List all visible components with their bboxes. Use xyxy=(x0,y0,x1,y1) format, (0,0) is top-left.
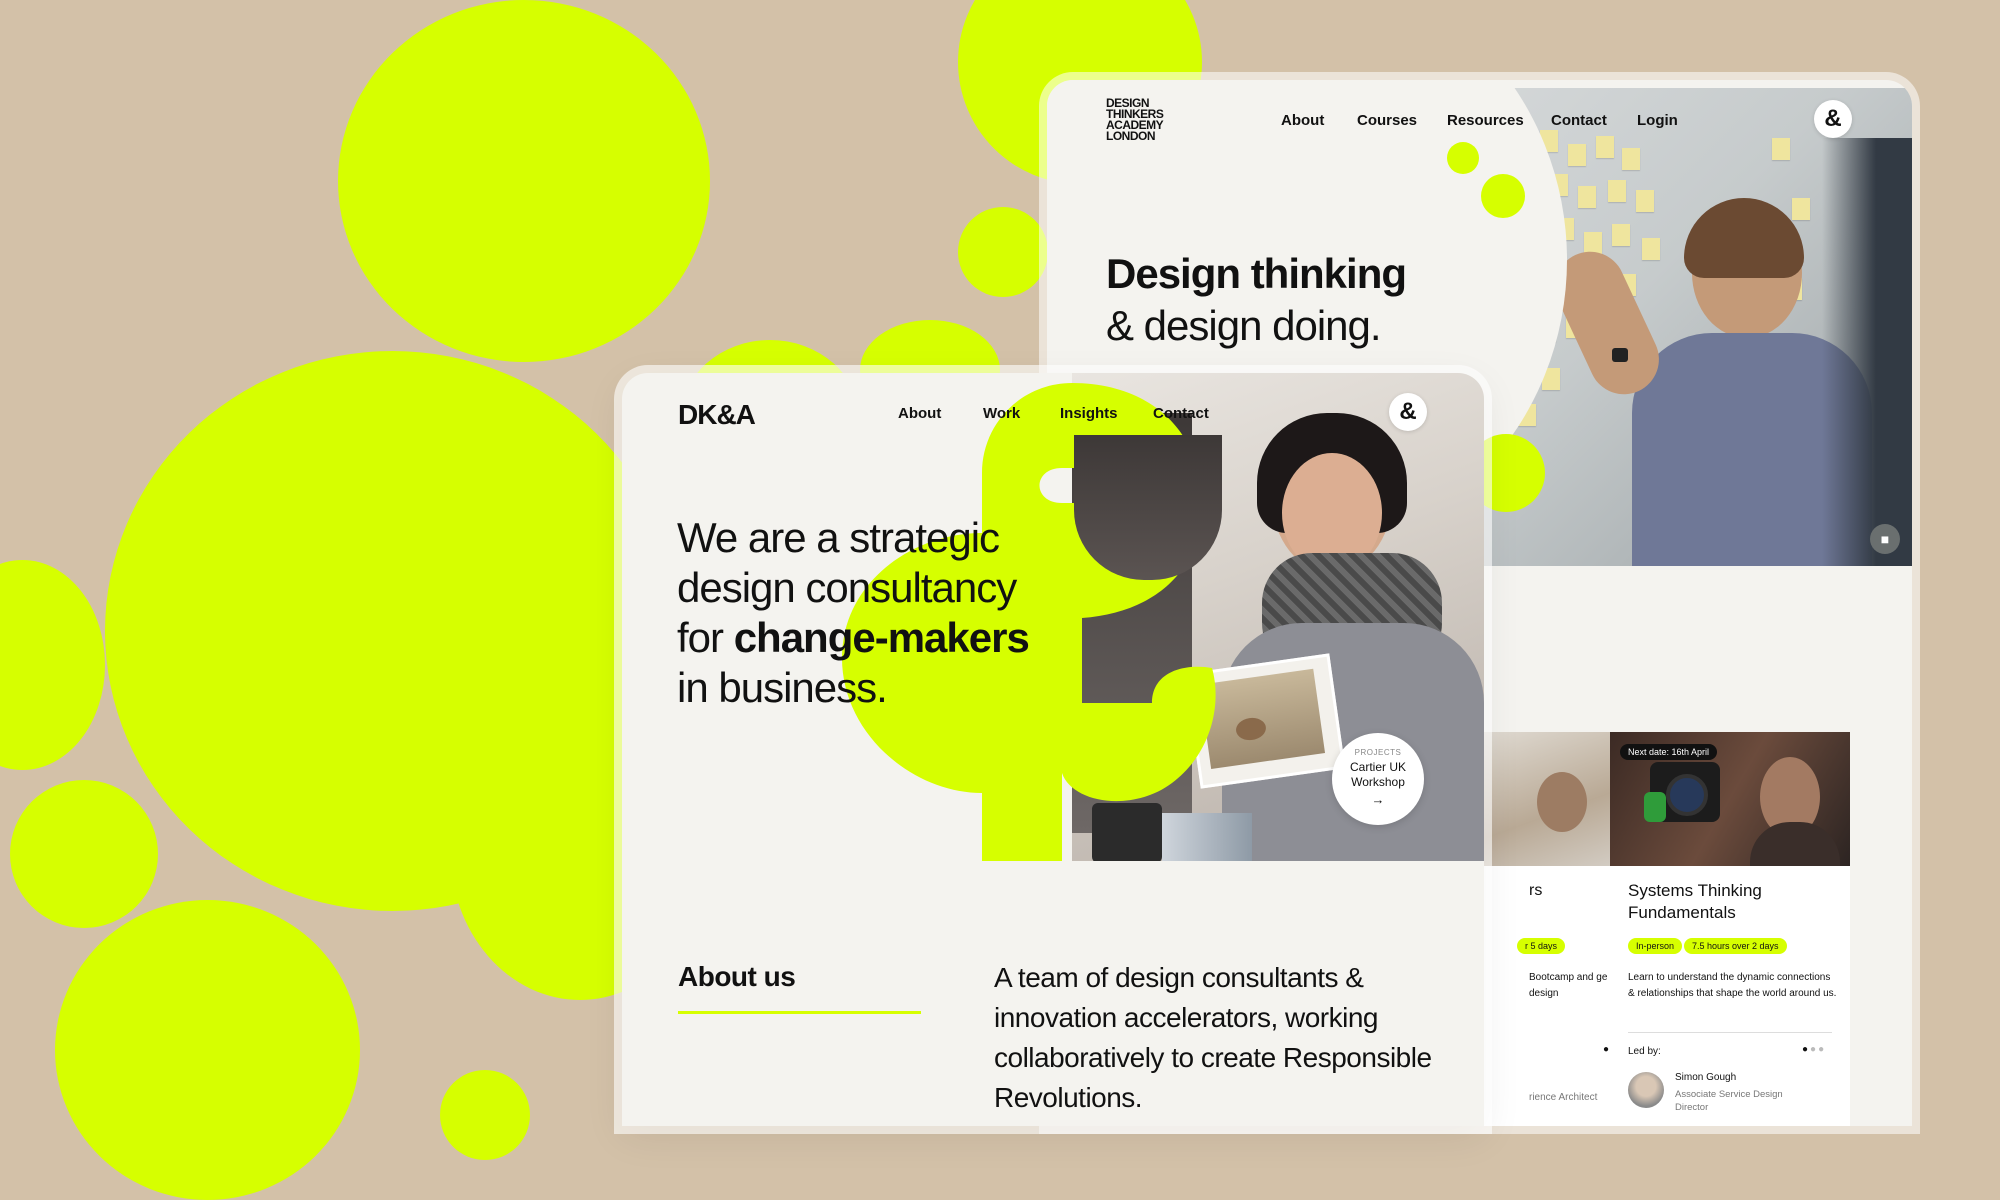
hero-text: for xyxy=(677,614,734,661)
nav-contact[interactable]: Contact xyxy=(1551,112,1607,129)
led-by-label: Led by: xyxy=(1628,1046,1661,1057)
decorative-circle xyxy=(958,207,1048,297)
about-text: A team of design consultants & innovatio… xyxy=(994,962,1432,1113)
next-date-badge: Next date: 16th April xyxy=(1620,744,1718,760)
avatar xyxy=(1628,1072,1664,1108)
course-card-title[interactable]: Systems Thinking Fundamentals xyxy=(1628,880,1828,924)
nav-contact[interactable]: Contact xyxy=(1153,405,1209,422)
course-card-tag: r 5 days xyxy=(1517,938,1566,954)
course-card-photo: Next date: 16th April xyxy=(1610,732,1850,866)
dka-hero-title: We are a strategic design consultancy fo… xyxy=(677,513,1030,713)
hero-line: in business. xyxy=(677,664,888,711)
project-badge-title: Cartier UK Workshop xyxy=(1349,760,1406,789)
course-tag-delivery: In-person xyxy=(1628,938,1683,954)
nav-about[interactable]: About xyxy=(1281,112,1324,129)
hero-title-rest: & design doing. xyxy=(1106,302,1382,349)
nav-about[interactable]: About xyxy=(898,405,941,422)
decorative-circle xyxy=(338,0,710,362)
course-card-leader-role: rience Architect xyxy=(1529,1092,1598,1103)
about-heading: About us xyxy=(678,961,796,992)
dka-website-window: DK&A About Work Insights Contact & We ar… xyxy=(622,373,1484,1126)
hero-title-bold: Design thinking xyxy=(1106,250,1407,297)
hero-line: We are a strategic xyxy=(677,514,1000,561)
hero-line: for change-makers xyxy=(677,613,1030,663)
logo-line: LONDON xyxy=(1106,129,1156,143)
decorative-circle xyxy=(10,780,158,928)
hero-line: design consultancy xyxy=(677,564,1017,611)
decorative-circle xyxy=(1481,174,1525,218)
project-badge-label: PROJECTS xyxy=(1354,748,1402,757)
arrow-right-icon: → xyxy=(1371,792,1385,807)
decorative-circle xyxy=(440,1070,530,1160)
decorative-circle xyxy=(1447,142,1479,174)
course-card-title: rs xyxy=(1529,882,1543,899)
academy-hero-title: Design thinking & design doing. xyxy=(1106,248,1407,352)
course-tag-duration: 7.5 hours over 2 days xyxy=(1684,938,1787,954)
nav-login[interactable]: Login xyxy=(1637,112,1678,129)
dka-logo[interactable]: DK&A xyxy=(678,399,756,431)
course-card-description: Learn to understand the dynamic connecti… xyxy=(1628,972,1837,999)
course-leader-role: Associate Service Design Director xyxy=(1675,1089,1783,1113)
nav-work[interactable]: Work xyxy=(983,405,1020,422)
nav-courses[interactable]: Courses xyxy=(1357,112,1417,129)
course-leader-name: Simon Gough xyxy=(1675,1072,1737,1083)
chat-icon[interactable]: ■ xyxy=(1870,524,1900,554)
decorative-circle xyxy=(55,900,360,1200)
ampersand-icon[interactable]: & xyxy=(1814,100,1852,138)
nav-insights[interactable]: Insights xyxy=(1060,405,1118,422)
decorative-circle xyxy=(0,560,105,770)
hero-text-bold: change-makers xyxy=(733,614,1030,661)
academy-logo[interactable]: DESIGN THINKERS ACADEMY LONDON xyxy=(1106,97,1164,143)
ampersand-icon[interactable]: & xyxy=(1389,393,1427,431)
about-underline xyxy=(678,1011,921,1014)
nav-resources[interactable]: Resources xyxy=(1447,112,1524,129)
carousel-dots[interactable]: ●●● xyxy=(1802,1044,1826,1055)
course-card[interactable]: Next date: 16th April Systems Thinking F… xyxy=(1610,732,1850,1126)
project-badge-button[interactable]: PROJECTS Cartier UK Workshop → xyxy=(1332,733,1424,825)
